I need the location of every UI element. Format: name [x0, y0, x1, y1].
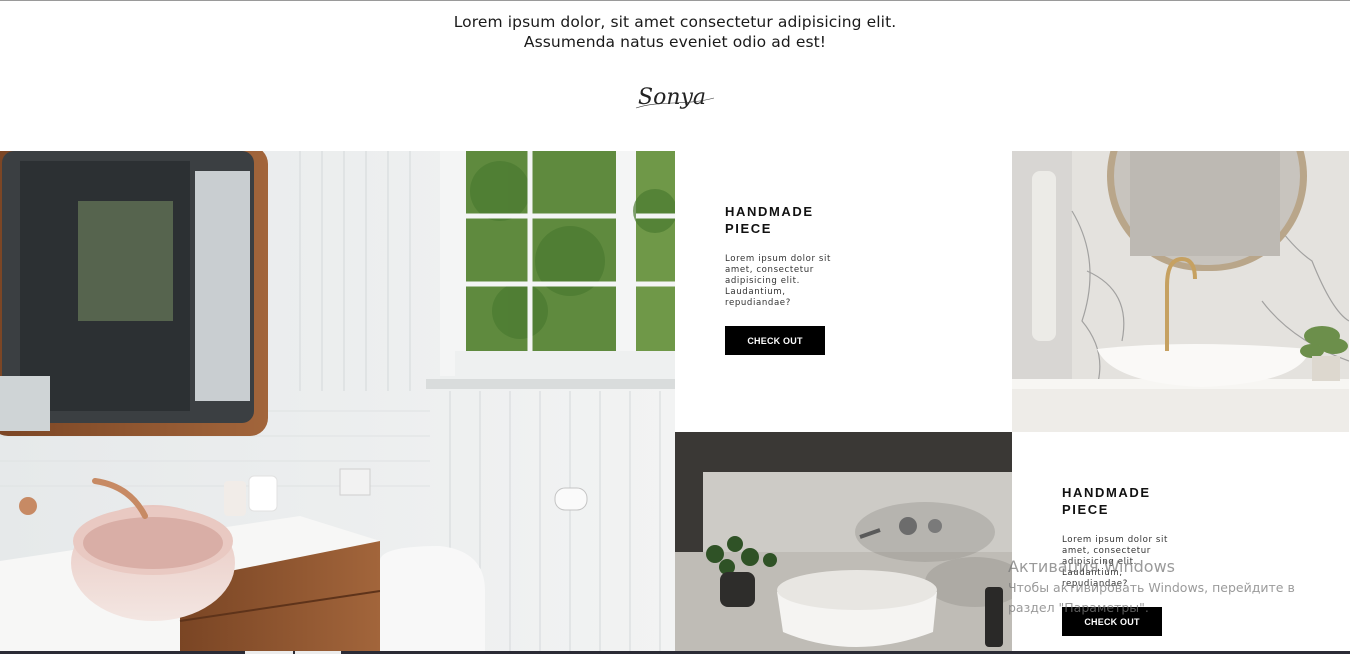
- bathroom-photo: [0, 151, 675, 654]
- check-out-button[interactable]: CHECK OUT: [1062, 607, 1162, 636]
- product-card-2: HANDMADE PIECE Lorem ipsum dolor sit ame…: [1012, 432, 1350, 654]
- card-title-line-2: PIECE: [725, 221, 773, 236]
- card-title-line-2: PIECE: [1062, 502, 1110, 517]
- intro-line-1: Lorem ipsum dolor, sit amet consectetur …: [453, 13, 897, 31]
- check-out-button[interactable]: CHECK OUT: [725, 326, 825, 355]
- card-title-line-1: HANDMADE: [1062, 485, 1151, 500]
- signature-text: Sonya: [638, 85, 706, 110]
- intro-text: Lorem ipsum dolor, sit amet consectetur …: [0, 12, 1350, 52]
- top-divider: [0, 0, 1350, 1]
- card-title-line-1: HANDMADE: [725, 204, 814, 219]
- signature-logo: Sonya: [635, 85, 715, 110]
- intro-line-2: Assumenda natus eveniet odio ad est!: [523, 33, 827, 51]
- card-title: HANDMADE PIECE: [1062, 484, 1202, 518]
- marble-bathroom-photo: [1012, 151, 1349, 432]
- card-description: Lorem ipsum dolor sit amet, consectetur …: [725, 254, 831, 308]
- product-card-1: HANDMADE PIECE Lorem ipsum dolor sit ame…: [675, 151, 1012, 432]
- card-title: HANDMADE PIECE: [725, 203, 865, 237]
- card-description: Lorem ipsum dolor sit amet, consectetur …: [1062, 535, 1168, 589]
- concrete-basin-photo: [675, 432, 1012, 654]
